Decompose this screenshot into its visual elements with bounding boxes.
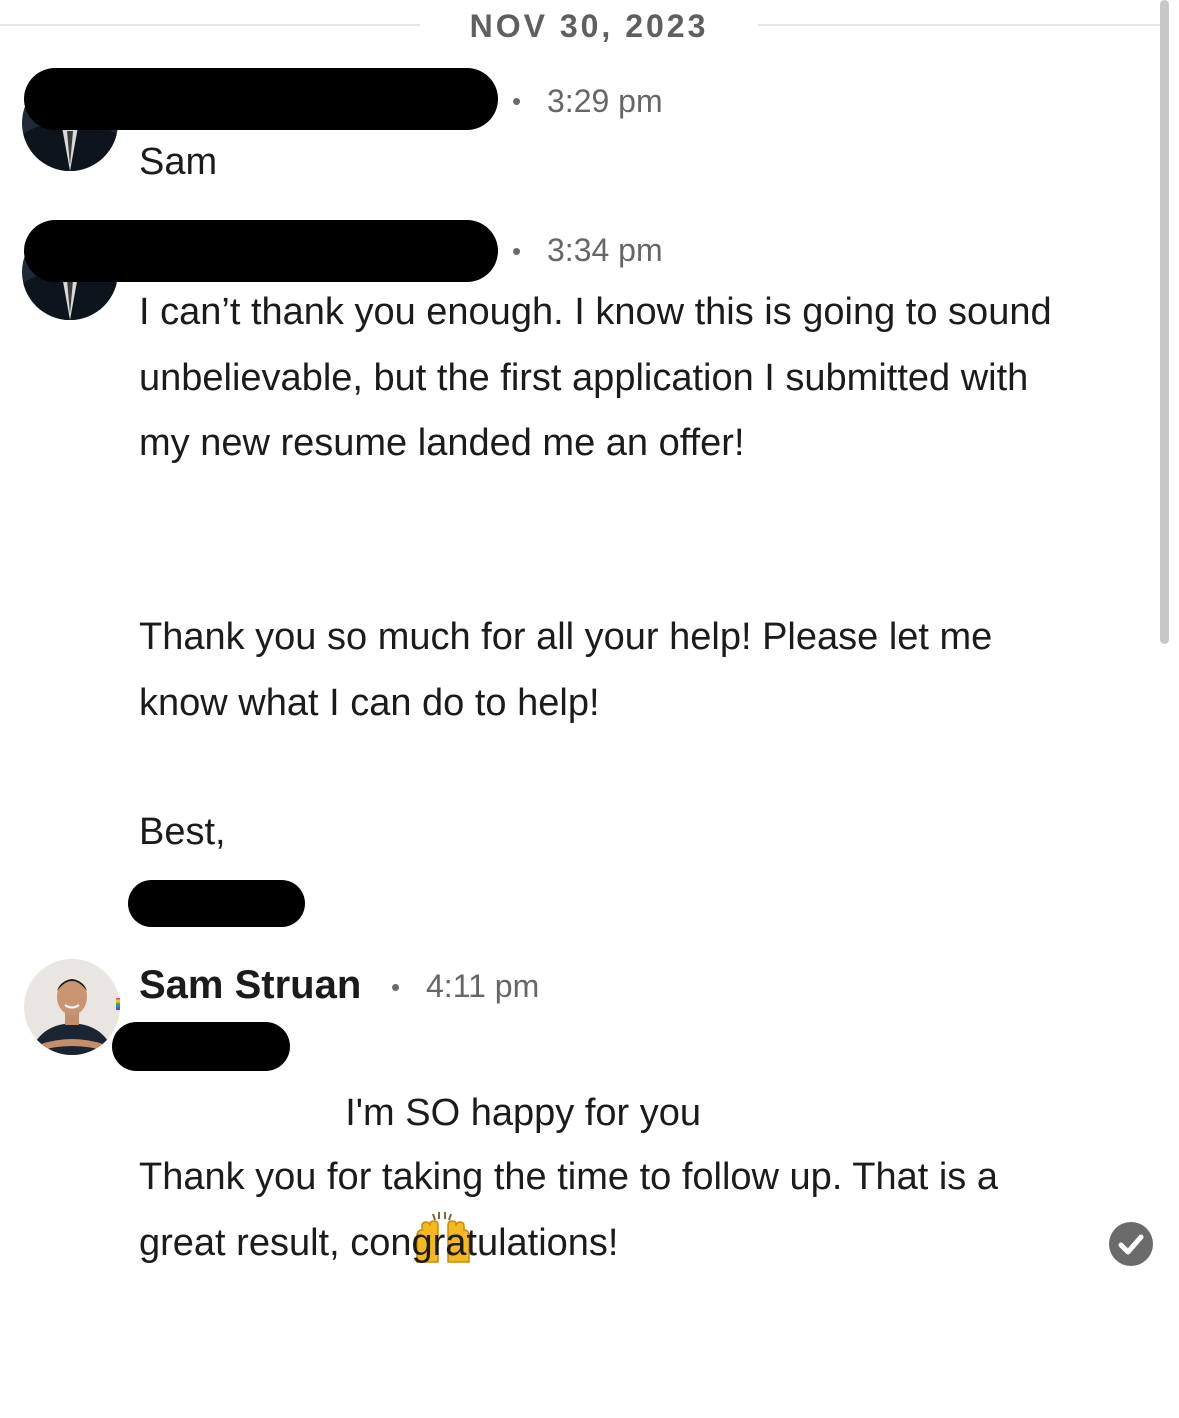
- rainbow-badge-icon: [116, 998, 120, 1010]
- message-text: Sam: [139, 141, 218, 183]
- avatar[interactable]: [24, 959, 120, 1055]
- divider-line-right: [758, 24, 1160, 26]
- check-circle-icon: [1109, 1222, 1153, 1266]
- redacted-signature: [128, 880, 305, 927]
- message-text: Best,: [139, 811, 226, 853]
- redacted-mention: [112, 1022, 290, 1071]
- message-text: I'm SO happy for you: [345, 1091, 701, 1134]
- message-text: Thank you for taking the time to follow …: [139, 1156, 1009, 1264]
- message-time: 4:11 pm: [426, 968, 540, 1004]
- divider-line-left: [0, 24, 420, 26]
- separator-dot: •: [512, 86, 522, 116]
- redacted-sender-name: [24, 68, 498, 130]
- message-time: 3:34 pm: [547, 232, 663, 268]
- date-divider-label: NOV 30, 2023: [469, 8, 709, 44]
- sender-name[interactable]: Sam Struan: [139, 961, 361, 1009]
- separator-dot: •: [391, 972, 401, 1002]
- scrollbar[interactable]: [1160, 0, 1169, 644]
- redacted-sender-name: [24, 220, 498, 282]
- message-text: I can’t thank you enough. I know this is…: [139, 291, 1063, 464]
- separator-dot: •: [512, 236, 522, 266]
- date-divider: NOV 30, 2023: [0, 0, 1160, 52]
- message-time: 3:29 pm: [547, 83, 663, 119]
- person-photo-icon: [24, 959, 120, 1055]
- message-text: Thank you so much for all your help! Ple…: [139, 616, 1003, 724]
